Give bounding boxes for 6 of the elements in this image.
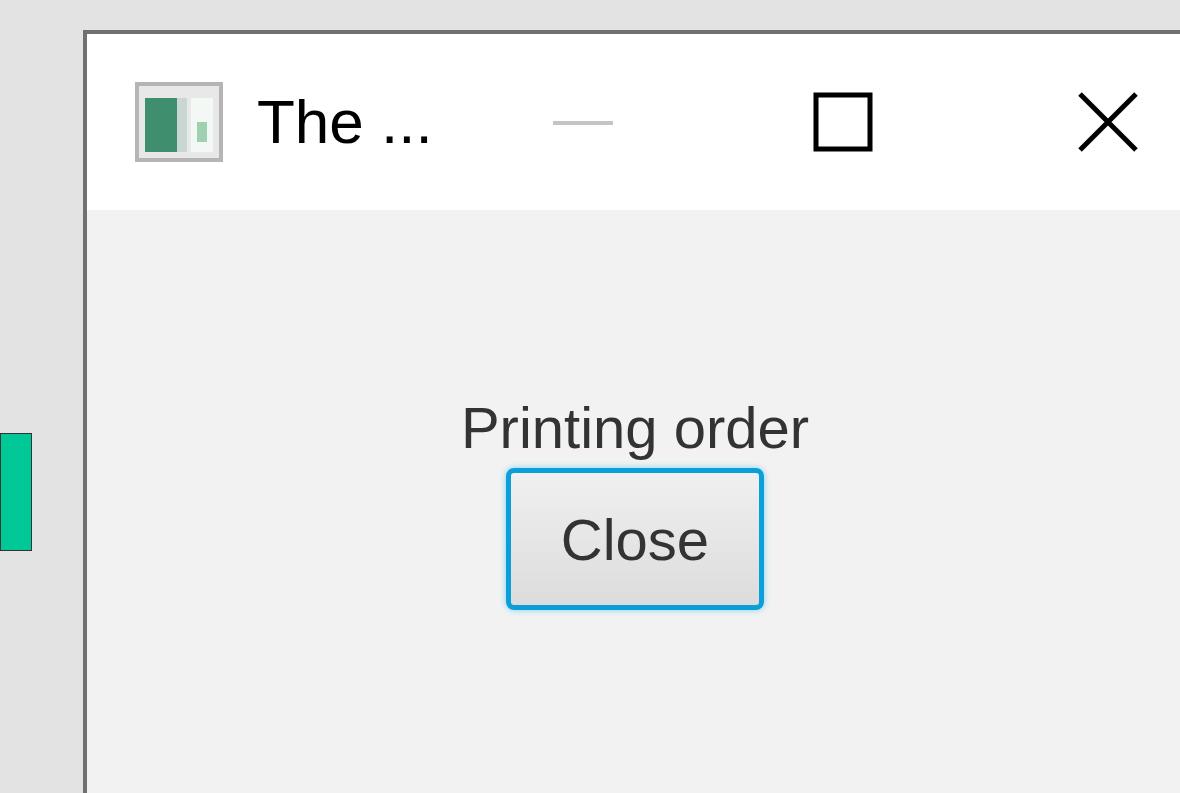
- close-button[interactable]: Close: [506, 468, 764, 610]
- maximize-icon[interactable]: [812, 92, 873, 152]
- close-icon[interactable]: [1077, 92, 1138, 152]
- window-icon: [135, 82, 223, 162]
- window-title: The ...: [257, 91, 433, 153]
- message-text: Printing order: [460, 396, 810, 460]
